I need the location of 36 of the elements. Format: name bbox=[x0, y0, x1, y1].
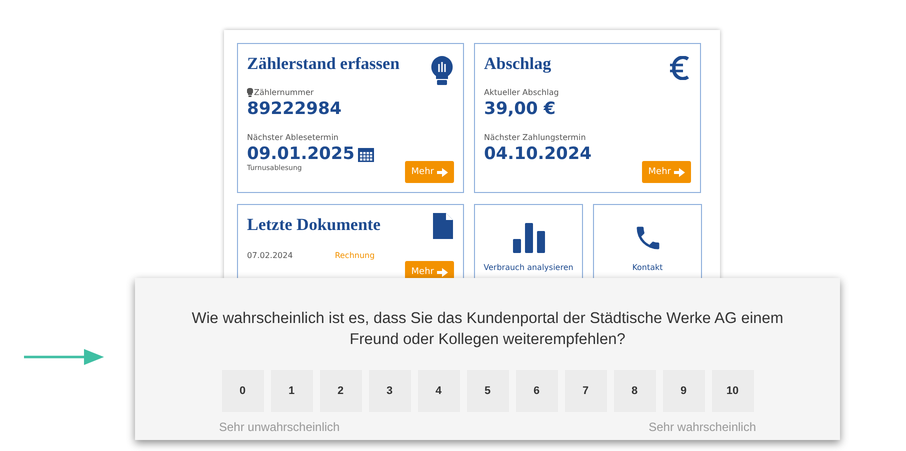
score-button[interactable]: 3 bbox=[368, 370, 410, 412]
payment-date: 04.10.2024 bbox=[484, 144, 592, 164]
score-button[interactable]: 1 bbox=[270, 370, 312, 412]
tile-label: Verbrauch analysieren bbox=[484, 263, 574, 272]
arrow-icon bbox=[24, 349, 104, 365]
score-button[interactable]: 5 bbox=[466, 370, 508, 412]
score-button[interactable]: 2 bbox=[320, 370, 362, 412]
scale-high-label: Sehr wahrscheinlich bbox=[648, 420, 756, 434]
card-title: Letzte Dokumente bbox=[247, 215, 381, 235]
reading-date: 09.01.2025 bbox=[247, 144, 355, 164]
score-button[interactable]: 9 bbox=[662, 370, 704, 412]
meter-number: 89222984 bbox=[247, 99, 342, 119]
card-title: Zählerstand erfassen bbox=[247, 54, 400, 74]
euro-icon bbox=[670, 56, 690, 80]
date-label: Nächster Ablesetermin bbox=[247, 133, 338, 142]
score-button[interactable]: 4 bbox=[418, 370, 460, 412]
amount-label: Aktueller Abschlag bbox=[484, 88, 559, 97]
lightbulb-icon bbox=[431, 56, 453, 86]
payment-amount: 39,00 € bbox=[484, 99, 556, 119]
bar-chart-icon bbox=[512, 223, 544, 253]
score-button[interactable]: 7 bbox=[564, 370, 606, 412]
card-title: Abschlag bbox=[484, 54, 552, 74]
tile-label: Kontakt bbox=[632, 263, 663, 272]
score-button[interactable]: 8 bbox=[614, 370, 656, 412]
calendar-icon bbox=[358, 146, 374, 162]
meter-number-label: Zählernummer bbox=[254, 88, 314, 97]
lightbulb-icon bbox=[247, 88, 253, 97]
score-button[interactable]: 6 bbox=[516, 370, 558, 412]
date-label: Nächster Zahlungstermin bbox=[484, 133, 586, 142]
score-button[interactable]: 0 bbox=[222, 370, 264, 412]
document-date: 07.02.2024 bbox=[247, 251, 293, 260]
arrow-right-icon bbox=[674, 168, 685, 176]
scale-low-label: Sehr unwahrscheinlich bbox=[219, 420, 340, 434]
score-button[interactable]: 10 bbox=[712, 370, 754, 412]
arrow-right-icon bbox=[437, 168, 448, 176]
document-icon bbox=[433, 213, 453, 239]
